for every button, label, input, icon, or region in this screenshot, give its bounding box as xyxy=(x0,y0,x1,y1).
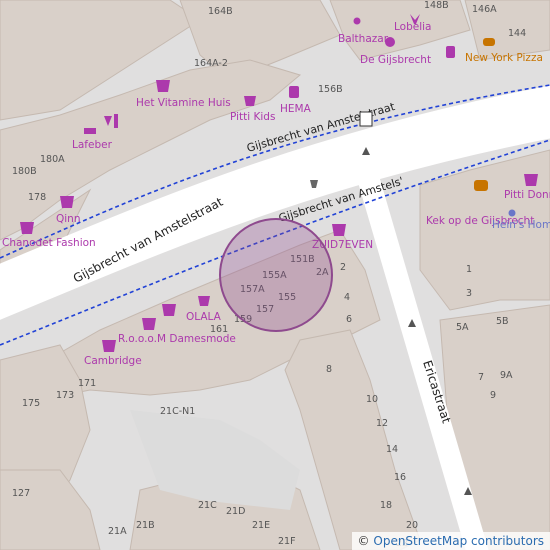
housenumber: 4 xyxy=(344,292,350,303)
housenumber: 156B xyxy=(318,84,343,95)
housenumber: 5B xyxy=(496,316,509,327)
glasses-icon xyxy=(84,128,96,134)
housenumber: 146A xyxy=(472,4,497,15)
housenumber: 20 xyxy=(406,520,418,531)
attribution: © OpenStreetMap contributors xyxy=(351,532,550,550)
housenumber: 180B xyxy=(12,166,37,177)
housenumber: 9A xyxy=(500,370,513,381)
housenumber: 5A xyxy=(456,322,469,333)
poi-hema: HEMA xyxy=(280,103,312,115)
housenumber: 161 xyxy=(210,324,228,335)
shopping-bag-icon xyxy=(289,86,299,98)
map-view[interactable]: Gijsbrecht van Amstelstraat Gijsbrecht v… xyxy=(0,0,550,550)
poi-vitamine-huis: Het Vitamine Huis xyxy=(136,97,231,109)
flower-icon xyxy=(353,17,361,25)
poi-pitti-kids: Pitti Kids xyxy=(230,111,275,123)
housenumber: 18 xyxy=(380,500,392,511)
housenumber: 21C xyxy=(198,500,217,511)
housenumber: 8 xyxy=(326,364,332,375)
burger-icon xyxy=(483,38,495,46)
housenumber: 6 xyxy=(346,314,352,325)
shirt-icon-chanodet xyxy=(20,222,34,234)
shirt-icon-pitti-donna xyxy=(524,174,538,186)
location-marker[interactable] xyxy=(219,218,333,332)
poi-qinn: Qinn xyxy=(56,213,81,225)
poi-de-gijsbrecht: De Gijsbrecht xyxy=(360,54,431,66)
shirt-icon-qinn xyxy=(60,196,74,208)
shirt-icon-rooom xyxy=(142,318,156,330)
housenumber: 21F xyxy=(278,536,296,547)
housenumber: 9 xyxy=(490,390,496,401)
housenumber: 144 xyxy=(508,28,526,39)
housenumber: 175 xyxy=(22,398,40,409)
copyright-symbol: © xyxy=(357,534,370,548)
poi-lobelia: Lobelia xyxy=(394,21,431,33)
poi-pitti-donna: Pitti Donn xyxy=(504,189,550,201)
housenumber: 180A xyxy=(40,154,65,165)
shirt-icon-shop xyxy=(162,304,176,316)
housenumber: 148B xyxy=(424,0,449,11)
poi-balthazar: Balthazar xyxy=(338,33,389,45)
housenumber: 2 xyxy=(340,262,346,273)
housenumber: 10 xyxy=(366,394,378,405)
housenumber: 127 xyxy=(12,488,30,499)
housenumber: 21B xyxy=(136,520,155,531)
housenumber: 12 xyxy=(376,418,388,429)
cafe-icon xyxy=(474,180,488,191)
housenumber: 16 xyxy=(394,472,406,483)
shirt-icon-cambridge xyxy=(102,340,116,352)
housenumber: 21E xyxy=(252,520,270,531)
housenumber: 3 xyxy=(466,288,472,299)
housenumber: 14 xyxy=(386,444,398,455)
housenumber: 7 xyxy=(478,372,484,383)
pharmacy-icon xyxy=(156,80,170,92)
poi-olala: OLALA xyxy=(186,311,222,323)
housenumber: 173 xyxy=(56,390,74,401)
housenumber: 21A xyxy=(108,526,127,537)
housenumber: 21C-N1 xyxy=(160,406,195,417)
poi-chanodet: Chanodet Fashion xyxy=(2,237,96,249)
map-canvas: Gijsbrecht van Amstelstraat Gijsbrecht v… xyxy=(0,0,550,550)
bicycle-parking-icon xyxy=(359,111,373,127)
bottle-icon xyxy=(446,46,455,58)
poi-cambridge: Cambridge xyxy=(84,355,142,367)
housenumber: 164A-2 xyxy=(194,58,228,69)
shirt-icon-pitti-kids xyxy=(244,96,256,106)
poi-heins: Hein's Home Styling & Design xyxy=(492,219,550,231)
shirt-icon-zuidzeven xyxy=(332,224,346,236)
housenumber: 1 xyxy=(466,264,472,275)
poi-new-york: New York Pizza xyxy=(465,52,543,64)
osm-attribution-link[interactable]: OpenStreetMap contributors xyxy=(373,534,544,548)
housenumber: 178 xyxy=(28,192,46,203)
cake-icon-olala xyxy=(198,296,210,306)
housenumber: 171 xyxy=(78,378,96,389)
housenumber: 21D xyxy=(226,506,245,517)
poi-lafeber: Lafeber xyxy=(72,139,113,151)
housenumber: 164B xyxy=(208,6,233,17)
